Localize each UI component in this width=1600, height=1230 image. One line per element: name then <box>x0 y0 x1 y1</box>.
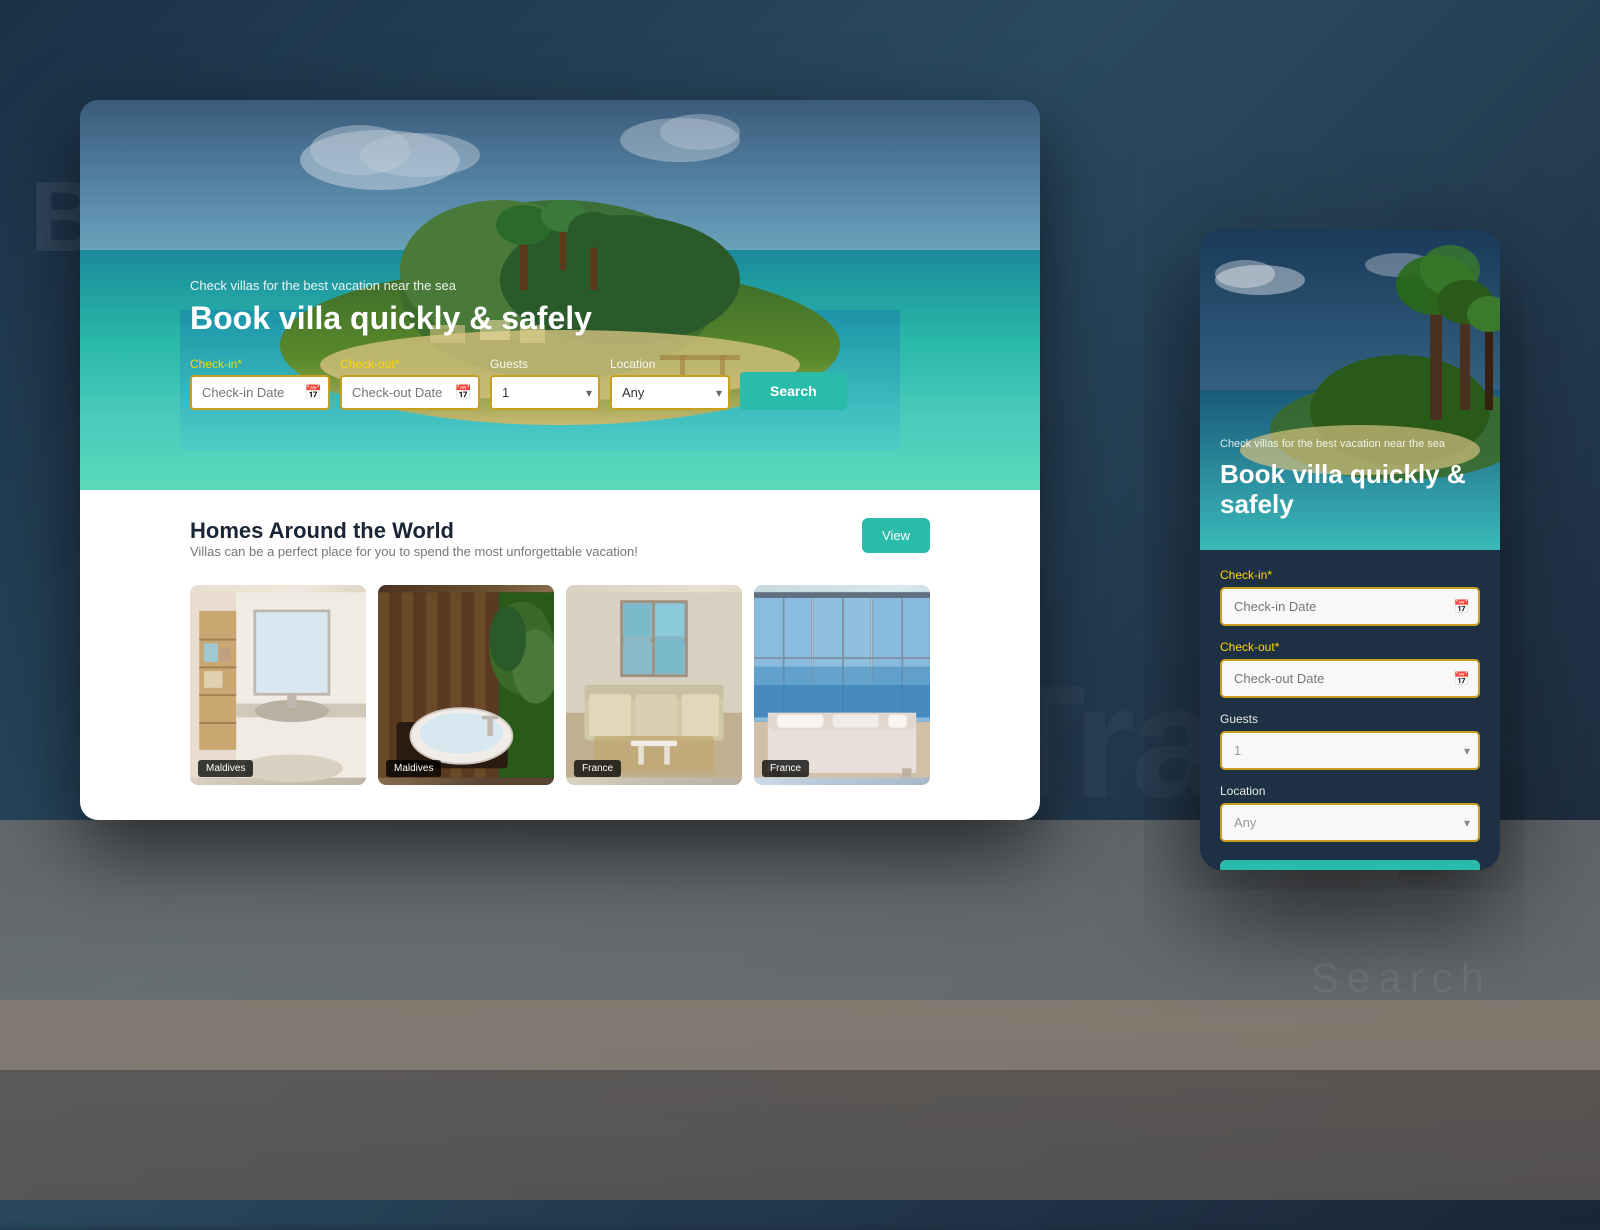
mobile-guests-select[interactable]: 1 2 3 4 <box>1220 731 1480 770</box>
mobile-hero-section: Check villas for the best vacation near … <box>1200 230 1500 550</box>
mobile-hero-content: Check villas for the best vacation near … <box>1220 437 1480 520</box>
guests-label: Guests <box>490 357 600 371</box>
property-card-2[interactable]: Maldives <box>378 585 554 785</box>
hero-section: Check villas for the best vacation near … <box>80 100 1040 490</box>
mobile-checkout-field: Check-out* 📅 <box>1220 640 1480 698</box>
checkin-input-wrap: 📅 <box>190 375 330 410</box>
mobile-guests-label: Guests <box>1220 712 1480 726</box>
search-bar: Check-in* 📅 Check-out* 📅 <box>190 357 930 410</box>
mobile-location-label: Location <box>1220 784 1480 798</box>
mobile-form: Check-in* 📅 Check-out* 📅 Guests 1 2 <box>1200 550 1500 870</box>
homes-subtitle: Villas can be a perfect place for you to… <box>190 544 638 559</box>
location-select-wrap: Any Maldives France Italy <box>610 375 730 410</box>
mobile-location-field: Location Any Maldives France Italy ▾ <box>1220 784 1480 842</box>
bg-floor <box>0 1000 1600 1200</box>
mobile-guests-wrap: 1 2 3 4 ▾ <box>1220 731 1480 770</box>
living-art <box>566 585 742 785</box>
mobile-location-chevron-icon: ▾ <box>1464 816 1470 830</box>
mobile-checkout-calendar-icon: 📅 <box>1454 671 1470 687</box>
homes-title-wrap: Homes Around the World Villas can be a p… <box>190 518 638 577</box>
mobile-checkout-input[interactable] <box>1220 659 1480 698</box>
mobile-checkin-input[interactable] <box>1220 587 1480 626</box>
guests-select[interactable]: 1 2 3 4 <box>490 375 600 410</box>
checkout-input-wrap: 📅 <box>340 375 480 410</box>
property-3-location: France <box>574 760 621 777</box>
outdoor-bath-art <box>378 585 554 785</box>
mobile-checkin-wrap: 📅 <box>1220 587 1480 626</box>
bathroom-art <box>190 585 366 785</box>
mobile-checkin-calendar-icon: 📅 <box>1454 599 1470 615</box>
mobile-guests-chevron-icon: ▾ <box>1464 744 1470 758</box>
background-search-label: Search <box>1311 954 1492 1002</box>
mobile-checkout-wrap: 📅 <box>1220 659 1480 698</box>
guests-field: Guests 1 2 3 4 <box>490 357 600 410</box>
location-field: Location Any Maldives France Italy <box>610 357 730 410</box>
mobile-guests-field: Guests 1 2 3 4 ▾ <box>1220 712 1480 770</box>
property-card-3[interactable]: France <box>566 585 742 785</box>
mobile-location-wrap: Any Maldives France Italy ▾ <box>1220 803 1480 842</box>
property-2-location: Maldives <box>386 760 441 777</box>
mobile-checkin-field: Check-in* 📅 <box>1220 568 1480 626</box>
checkin-calendar-icon: 📅 <box>305 384 322 401</box>
homes-title: Homes Around the World <box>190 518 638 544</box>
hero-content: Check villas for the best vacation near … <box>80 278 1040 430</box>
view-all-button[interactable]: View <box>862 518 930 553</box>
search-button[interactable]: Search <box>740 372 847 410</box>
mobile-search-button[interactable]: Search <box>1220 860 1480 870</box>
hero-subtitle: Check villas for the best vacation near … <box>190 278 930 293</box>
mobile-card: Check villas for the best vacation near … <box>1200 230 1500 870</box>
homes-section: Homes Around the World Villas can be a p… <box>80 490 1040 820</box>
mobile-hero-title: Book villa quickly & safely <box>1220 460 1480 520</box>
mobile-checkout-label: Check-out* <box>1220 640 1480 654</box>
location-select[interactable]: Any Maldives France Italy <box>610 375 730 410</box>
property-4-location: France <box>762 760 809 777</box>
checkout-label: Check-out* <box>340 357 480 371</box>
checkin-label: Check-in* <box>190 357 330 371</box>
mobile-location-select[interactable]: Any Maldives France Italy <box>1220 803 1480 842</box>
hero-title: Book villa quickly & safely <box>190 299 930 337</box>
background-room <box>0 820 1600 1200</box>
mobile-hero-subtitle: Check villas for the best vacation near … <box>1220 437 1480 452</box>
homes-grid: Maldives <box>190 585 930 785</box>
guests-select-wrap: 1 2 3 4 <box>490 375 600 410</box>
checkout-field: Check-out* 📅 <box>340 357 480 410</box>
checkin-field: Check-in* 📅 <box>190 357 330 410</box>
location-label: Location <box>610 357 730 371</box>
property-card-1[interactable]: Maldives <box>190 585 366 785</box>
homes-header: Homes Around the World Villas can be a p… <box>190 518 930 577</box>
bedroom-art <box>754 585 930 785</box>
mobile-checkin-label: Check-in* <box>1220 568 1480 582</box>
checkout-calendar-icon: 📅 <box>455 384 472 401</box>
desktop-card: Check villas for the best vacation near … <box>80 100 1040 820</box>
property-card-4[interactable]: France <box>754 585 930 785</box>
property-1-location: Maldives <box>198 760 253 777</box>
